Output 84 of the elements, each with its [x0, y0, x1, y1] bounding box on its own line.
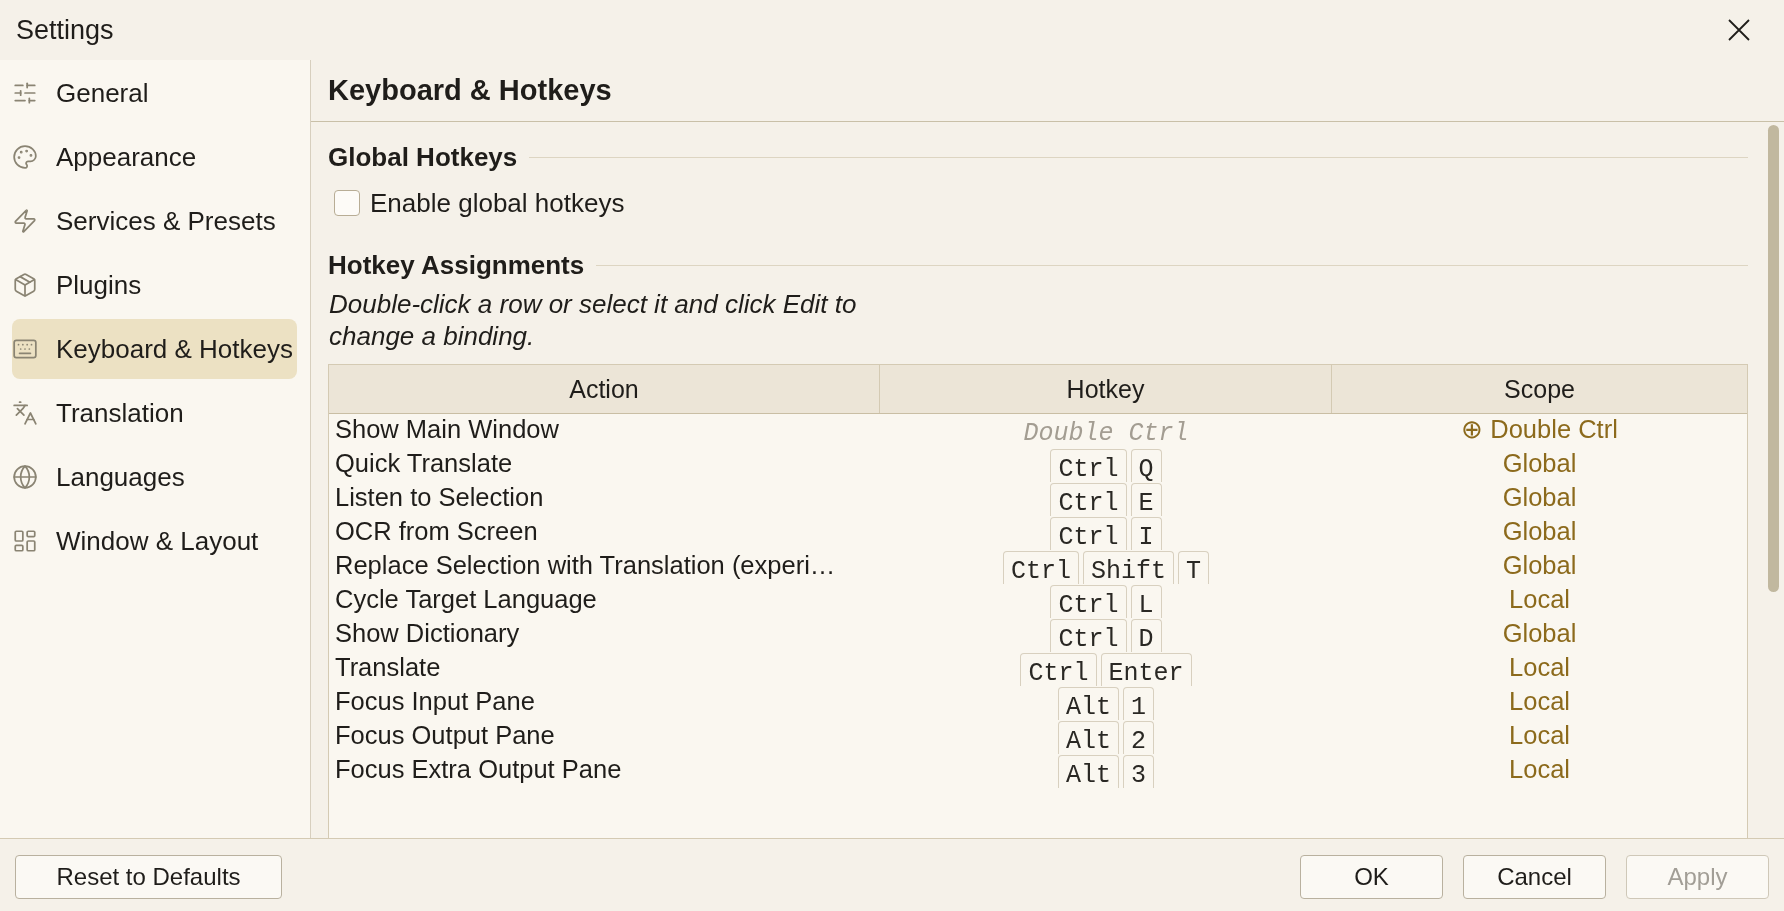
column-header: Scope	[1503, 373, 1576, 405]
dialog-button[interactable]: Cancel	[1463, 855, 1606, 899]
keycap: Alt	[1058, 721, 1119, 754]
keycap: Ctrl	[1050, 585, 1127, 618]
keycap: Ctrl	[1020, 653, 1097, 686]
sidebar-item[interactable]: Appearance	[12, 127, 297, 187]
keycap: Shift	[1083, 551, 1174, 584]
table-cell: Local	[1509, 584, 1570, 614]
section-heading: Hotkey Assignments	[328, 250, 585, 280]
keycap: Q	[1130, 449, 1162, 482]
keycap: 2	[1123, 721, 1154, 754]
sidebar-item[interactable]: Services & Presets	[12, 191, 297, 251]
column-header: Hotkey	[880, 365, 1332, 413]
keycap: E	[1130, 483, 1162, 516]
sidebar-label: Window & Layout	[56, 525, 259, 557]
table-cell: Global	[1502, 448, 1577, 478]
sidebar-item[interactable]: Plugins	[12, 255, 297, 315]
section-heading: Global Hotkeys	[328, 142, 518, 172]
table-cell: Global	[1502, 516, 1577, 546]
keycap: Ctrl	[1050, 483, 1127, 516]
table-cell: Local	[1509, 720, 1570, 750]
sidebar-label: General	[56, 77, 149, 109]
table-cell-text: Listen to Selection	[334, 482, 545, 512]
keyboard-icon	[12, 336, 38, 362]
translate-icon	[12, 400, 38, 426]
table-cell-text: Show Dictionary	[334, 618, 521, 648]
sidebar-item[interactable]: Keyboard & Hotkeys	[12, 319, 297, 379]
sidebar-label: Plugins	[56, 269, 142, 301]
table-cell-text: Focus Input Pane	[334, 686, 536, 716]
table-cell-text: Focus Extra Output Pane	[334, 754, 623, 784]
keycap: L	[1130, 585, 1162, 618]
sidebar-item[interactable]: Languages	[12, 447, 297, 507]
keycap: 3	[1123, 755, 1154, 788]
column-header: Action	[329, 365, 880, 413]
palette-icon	[12, 144, 38, 170]
keycap: Alt	[1058, 755, 1119, 788]
checkbox[interactable]	[334, 190, 360, 216]
sidebar-label: Translation	[56, 397, 184, 429]
dialog-button[interactable]: OK	[1300, 855, 1443, 899]
keycap: 1	[1123, 687, 1154, 720]
table-cell: Global	[1502, 482, 1577, 512]
sliders-icon	[12, 80, 38, 106]
sidebar-item[interactable]: Translation	[12, 383, 297, 443]
dialog-button[interactable]: Reset to Defaults	[15, 855, 282, 899]
sidebar-label: Keyboard & Hotkeys	[56, 333, 293, 365]
keycap: Ctrl	[1050, 449, 1127, 482]
keycap: Ctrl	[1050, 619, 1127, 652]
table-cell-text: OCR from Screen	[334, 516, 539, 546]
table-cell: Local	[1509, 652, 1570, 682]
table-cell-text: Cycle Target Language	[334, 584, 598, 614]
sidebar-item[interactable]: Window & Layout	[12, 511, 297, 571]
sidebar-label: Services & Presets	[56, 205, 276, 237]
table-cell-text: Translate	[334, 652, 442, 682]
grid-icon	[12, 528, 38, 554]
keycap: Ctrl	[1002, 551, 1079, 584]
close-button[interactable]	[1728, 19, 1750, 41]
scrollbar-thumb[interactable]	[1768, 125, 1779, 592]
keycap: Alt	[1058, 687, 1119, 720]
window-title: Settings	[16, 14, 114, 46]
table-cell: Local	[1509, 686, 1570, 716]
table-cell: ⊕ Double Ctrl	[1461, 414, 1618, 444]
sidebar-label: Languages	[56, 461, 185, 493]
hint-text: Double-click a row or select it and click Edit to change a binding.	[329, 288, 858, 352]
close-icon	[1728, 19, 1750, 41]
table-cell-text: Replace Selection with Translation (experi…	[334, 550, 837, 580]
sidebar-item[interactable]: General	[12, 63, 297, 123]
lightning-icon	[12, 208, 38, 234]
sidebar-label: Appearance	[56, 141, 197, 173]
checkbox-label: Enable global hotkeys	[370, 187, 625, 219]
keycap: T	[1178, 551, 1209, 584]
table-cell: Global	[1502, 550, 1577, 580]
table-cell-text: Focus Output Pane	[334, 720, 556, 750]
keycap: Ctrl	[1050, 517, 1127, 550]
table-cell-text: Show Main Window	[334, 414, 560, 444]
table-cell: Local	[1509, 754, 1570, 784]
globe-icon	[12, 464, 38, 490]
table-cell: Double Ctrl	[1023, 420, 1189, 448]
table-cell: Global	[1502, 618, 1577, 648]
keycap: I	[1130, 517, 1162, 550]
table-cell-text: Quick Translate	[334, 448, 514, 478]
keycap: D	[1130, 619, 1162, 652]
box-icon	[12, 272, 38, 298]
keycap: Enter	[1100, 653, 1192, 686]
page-title: Keyboard & Hotkeys	[328, 74, 612, 107]
